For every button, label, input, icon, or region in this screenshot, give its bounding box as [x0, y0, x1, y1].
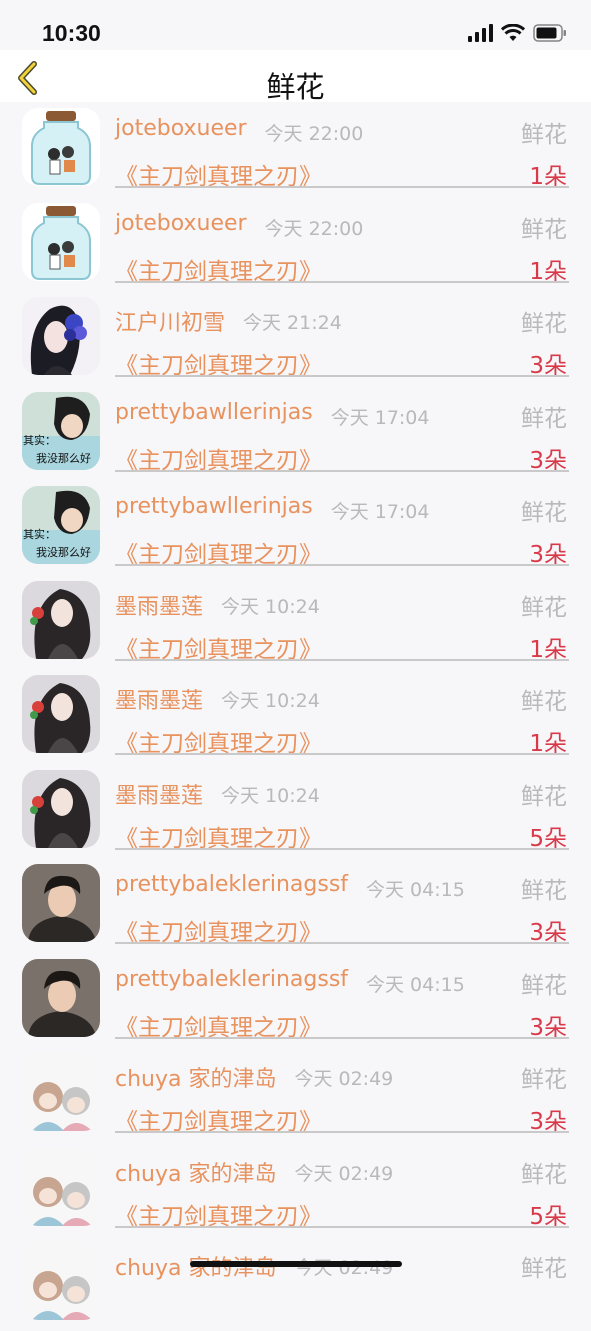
list-item[interactable]: chuya 家的津岛 今天 02:49 鲜花 《主刀剑真理之刃》 3朵: [0, 1047, 591, 1142]
avatar[interactable]: [22, 202, 100, 281]
avatar[interactable]: [22, 769, 100, 848]
gift-type-label: 鲜花: [521, 783, 567, 810]
row-divider: [115, 658, 569, 661]
list-item[interactable]: 墨雨墨莲 今天 10:24 鲜花 《主刀剑真理之刃》 5朵: [0, 764, 591, 859]
timestamp: 今天 22:00: [264, 217, 364, 240]
user-name[interactable]: prettybawllerinjas: [115, 494, 313, 519]
avatar[interactable]: 其实： 我没那么好: [22, 486, 100, 564]
home-indicator[interactable]: [190, 1261, 402, 1267]
gift-type-label: 鲜花: [521, 1256, 567, 1282]
list-item[interactable]: chuya 家的津岛 今天 02:49 鲜花: [0, 1236, 591, 1331]
avatar[interactable]: [22, 297, 100, 375]
list-item[interactable]: 墨雨墨莲 今天 10:24 鲜花 《主刀剑真理之刃》 1朵: [0, 575, 591, 670]
user-name[interactable]: joteboxueer: [115, 211, 247, 236]
list-item[interactable]: joteboxueer 今天 22:00 鲜花 《主刀剑真理之刃》 1朵: [0, 102, 591, 197]
row-divider: [115, 375, 569, 377]
gift-type-label: 鲜花: [521, 1161, 567, 1188]
list-item[interactable]: prettybaleklerinagssf 今天 04:15 鲜花 《主刀剑真理之刃》…: [0, 953, 591, 1048]
timestamp: 今天 17:04: [330, 501, 430, 523]
timestamp: 今天 04:15: [366, 879, 465, 901]
user-name[interactable]: prettybaleklerinagssf: [115, 872, 348, 897]
gift-type-label: 鲜花: [521, 594, 567, 621]
row-divider: [115, 186, 569, 188]
row-divider: [115, 1225, 569, 1228]
avatar[interactable]: [22, 958, 100, 1037]
timestamp: 今天 10:24: [221, 784, 320, 807]
wifi-icon: [501, 24, 525, 41]
timestamp: 今天 22:00: [264, 123, 364, 145]
gift-type-label: 鲜花: [521, 1067, 567, 1093]
row-divider: [115, 280, 569, 283]
row-divider: [115, 942, 569, 944]
user-name[interactable]: 江户川初雪: [115, 305, 225, 337]
user-name[interactable]: 墨雨墨莲: [115, 683, 203, 715]
svg-text:我没那么好: 我没那么好: [36, 451, 91, 465]
avatar[interactable]: [22, 675, 100, 753]
svg-text:我没那么好: 我没那么好: [36, 545, 91, 559]
user-name[interactable]: chuya 家的津岛: [115, 1156, 276, 1188]
user-name[interactable]: prettybawllerinjas: [115, 400, 313, 425]
gift-type-label: 鲜花: [521, 972, 567, 999]
cellular-signal-icon: [468, 24, 493, 42]
user-name[interactable]: 墨雨墨莲: [115, 589, 203, 621]
timestamp: 今天 10:24: [221, 595, 320, 618]
gift-type-label: 鲜花: [521, 689, 567, 715]
list-item[interactable]: chuya 家的津岛 今天 02:49 鲜花 《主刀剑真理之刃》 5朵: [0, 1142, 591, 1237]
page-title: 鲜花: [266, 70, 325, 104]
list-item[interactable]: joteboxueer 今天 22:00 鲜花 《主刀剑真理之刃》 1朵: [0, 197, 591, 292]
timestamp: 今天 10:24: [221, 690, 320, 712]
avatar[interactable]: [22, 1053, 100, 1131]
gift-type-label: 鲜花: [521, 122, 567, 148]
timestamp: 今天 02:49: [294, 1162, 394, 1185]
timestamp: 今天 04:15: [366, 973, 465, 996]
status-bar: 10:30: [0, 0, 591, 50]
gift-type-label: 鲜花: [521, 500, 567, 526]
avatar[interactable]: 其实： 我没那么好: [22, 391, 100, 470]
row-divider: [115, 847, 569, 850]
user-name[interactable]: 墨雨墨莲: [115, 778, 203, 810]
avatar[interactable]: [22, 1242, 100, 1320]
timestamp: 今天 21:24: [243, 312, 342, 334]
row-divider: [115, 564, 569, 566]
status-icons: [468, 24, 567, 42]
row-divider: [115, 469, 569, 472]
timestamp: 今天 17:04: [330, 406, 430, 429]
svg-text:其实：: 其实：: [23, 433, 56, 447]
user-name[interactable]: prettybaleklerinagssf: [115, 967, 348, 992]
user-name[interactable]: joteboxueer: [115, 116, 247, 141]
list-item[interactable]: 其实： 我没那么好 prettybawllerinjas 今天 17:04 鲜花 《主刀剑…: [0, 386, 591, 481]
list-item[interactable]: 其实： 我没那么好 prettybawllerinjas 今天 17:04 鲜花 《主刀剑…: [0, 480, 591, 575]
gift-type-label: 鲜花: [521, 405, 567, 432]
list-item[interactable]: 墨雨墨莲 今天 10:24 鲜花 《主刀剑真理之刃》 1朵: [0, 669, 591, 764]
list-item[interactable]: 江户川初雪 今天 21:24 鲜花 《主刀剑真理之刃》 3朵: [0, 291, 591, 386]
gift-type-label: 鲜花: [521, 878, 567, 904]
row-divider: [115, 1131, 569, 1133]
battery-icon: [533, 24, 566, 42]
status-time: 10:30: [42, 20, 101, 46]
list-item[interactable]: prettybaleklerinagssf 今天 04:15 鲜花 《主刀剑真理之刃》…: [0, 858, 591, 953]
avatar[interactable]: [22, 864, 100, 942]
row-divider: [115, 753, 569, 755]
avatar[interactable]: [22, 1147, 100, 1226]
avatar[interactable]: [22, 580, 100, 659]
gift-type-label: 鲜花: [521, 311, 567, 337]
svg-text:其实：: 其实：: [23, 527, 56, 541]
timestamp: 今天 02:49: [294, 1068, 394, 1090]
nav-bar: 鲜花: [0, 50, 591, 104]
gift-type-label: 鲜花: [521, 216, 567, 243]
user-name[interactable]: chuya 家的津岛: [115, 1061, 276, 1093]
row-divider: [115, 1036, 569, 1039]
avatar[interactable]: [22, 108, 100, 186]
